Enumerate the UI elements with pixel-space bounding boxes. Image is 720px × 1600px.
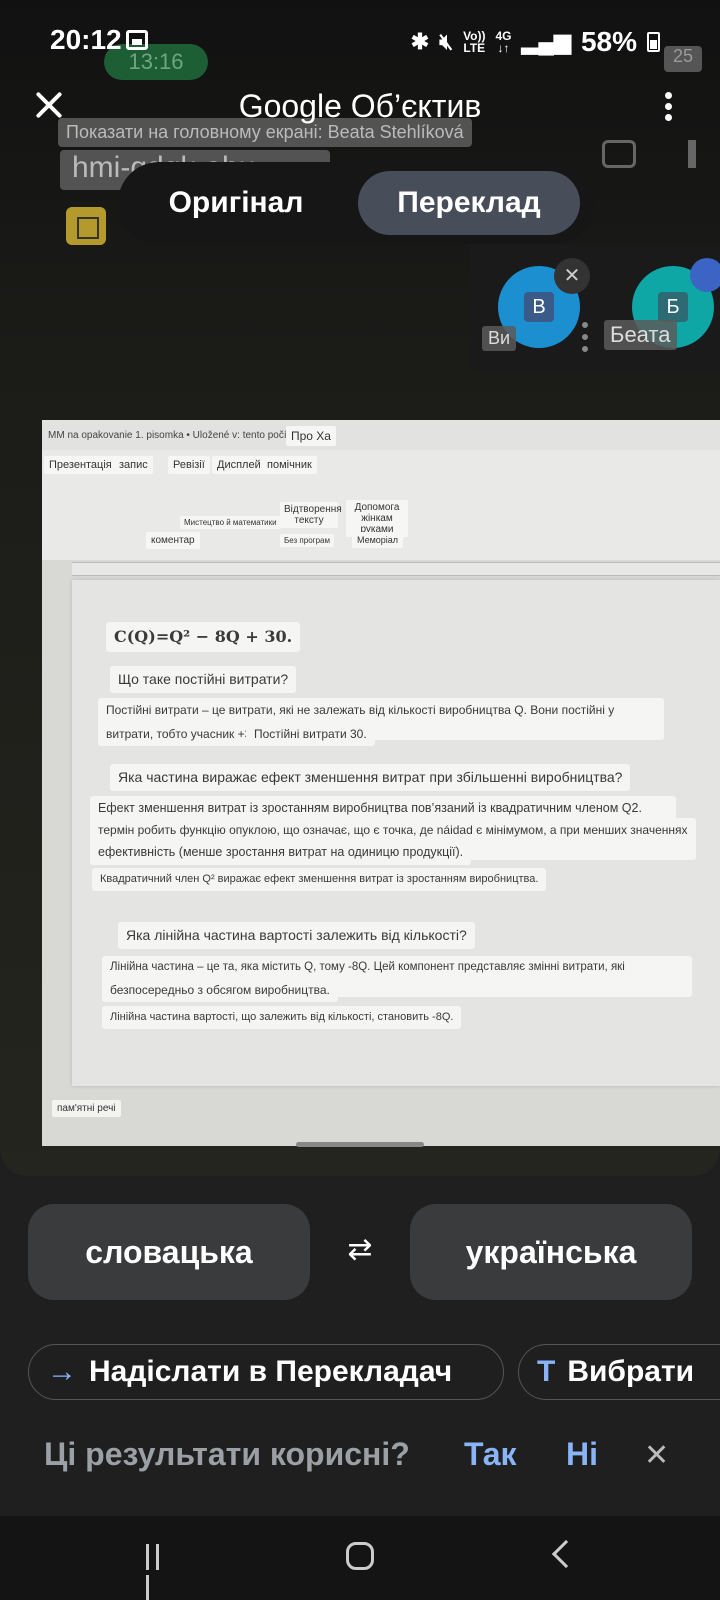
more-options-icon[interactable] xyxy=(665,92,673,122)
doc-question-3: Яка лінійна частина вартості залежить ві… xyxy=(118,922,475,949)
arrow-right-icon: → xyxy=(47,1355,77,1388)
doc-answer-2-line3: ефективність (менше зростання витрат на … xyxy=(90,840,472,865)
sheet-drag-handle[interactable] xyxy=(296,1142,424,1147)
volte-icon: Vo)) LTE xyxy=(463,29,486,55)
photo-more-dots-icon xyxy=(582,322,588,352)
gallery-notification-icon xyxy=(126,30,148,50)
status-bar: 20:12 ✱ 🔇︎ Vo)) LTE 4G ↓↑ ▂▄▆ 58% xyxy=(0,0,720,80)
doc-answer-2-short: Квадратичний член Q² виражає ефект зменш… xyxy=(92,868,547,891)
status-time: 20:12 xyxy=(50,24,122,55)
photo-avatar-b-letter: Б xyxy=(658,292,688,322)
doc-answer-3-short: Лінійна частина вартості, що залежить ві… xyxy=(102,1006,462,1029)
ribbon-chip-memorial: Меморіал xyxy=(352,532,404,548)
ribbon-chip-no-programs: Без програм xyxy=(280,534,334,547)
ribbon-tab-display: Дисплей xyxy=(212,456,266,474)
source-language-button[interactable]: словацька xyxy=(28,1204,310,1300)
photo-avatar-v-letter: В xyxy=(524,292,554,322)
doc-answer-1-line2: витрати, тобто учасник +30. xyxy=(98,722,270,746)
photo-mic-off-icon: ✕ xyxy=(554,258,590,294)
ribbon-chip-comment: коментар xyxy=(146,532,200,549)
system-nav-bar xyxy=(0,1516,720,1600)
send-to-translate-button[interactable]: → Надіслати в Перекладач xyxy=(28,1344,504,1400)
status-icons: ✱ 🔇︎ Vo)) LTE 4G ↓↑ ▂▄▆ 58% xyxy=(411,26,660,58)
recent-apps-icon[interactable] xyxy=(146,1544,172,1600)
doc-question-1: Що таке постійні витрати? xyxy=(110,666,297,693)
target-language-button[interactable]: українська xyxy=(410,1204,692,1300)
photo-no-screen-icon xyxy=(66,207,106,245)
mute-icon: 🔇︎ xyxy=(439,29,454,54)
ribbon-tab-helper: помічник xyxy=(262,456,317,474)
battery-percent: 58% xyxy=(580,26,637,57)
bluetooth-icon: ✱ xyxy=(410,29,430,54)
ribbon-chip-art: Мистецтво й математики xyxy=(180,516,281,529)
feedback-question: Ці результати корисні? xyxy=(44,1436,410,1472)
back-icon[interactable] xyxy=(551,1539,581,1569)
select-text-label: Вибрати xyxy=(567,1355,695,1388)
feedback-no-button[interactable]: Ні xyxy=(566,1436,598,1473)
home-icon[interactable] xyxy=(346,1542,374,1570)
doc-answer-3-line2: безпосередньо з обсягом виробництва. xyxy=(102,978,338,1002)
photo-camera-icon xyxy=(602,140,636,168)
word-ribbon: MM na opakovanie 1. pisomka • Uložené v:… xyxy=(42,420,720,560)
ribbon-tab-about: Про Ха xyxy=(286,426,336,446)
photo-speaker-icon xyxy=(688,140,708,168)
photo-label-you: Ви xyxy=(482,326,517,351)
photo-label-beata: Беата xyxy=(604,320,677,350)
photo-speaking-icon xyxy=(690,258,720,292)
text-select-icon: T xyxy=(537,1355,556,1388)
lens-title: Google Об’єктив xyxy=(238,88,482,124)
doc-question-2: Яка частина виражає ефект зменшення витр… xyxy=(110,764,631,791)
feedback-dismiss-icon[interactable]: ✕ xyxy=(644,1438,669,1473)
ribbon-file-name: MM na opakovanie 1. pisomka • Uložené v:… xyxy=(42,420,720,450)
tab-original[interactable]: Оригінал xyxy=(136,171,336,235)
ribbon-tab-record: запис xyxy=(114,456,153,474)
tab-translate[interactable]: Переклад xyxy=(358,171,580,235)
send-to-translate-label: Надіслати в Перекладач xyxy=(89,1355,453,1388)
network-4g-icon: 4G ↓↑ xyxy=(495,29,512,55)
doc-answer-1-short: Постійні витрати 30. xyxy=(246,722,375,746)
signal-icon: ▂▄▆ xyxy=(521,29,571,54)
document-memo: пам'ятні речі xyxy=(52,1100,121,1117)
document-ruler xyxy=(72,562,720,576)
ribbon-chip-read-aloud: Відтворення тексту xyxy=(280,502,342,528)
ribbon-tab-presentation: Презентація xyxy=(44,456,117,474)
ribbon-tab-review: Ревізії xyxy=(168,456,210,474)
feedback-yes-button[interactable]: Так xyxy=(464,1436,517,1473)
mode-toggle: Оригінал Переклад xyxy=(118,162,594,244)
swap-languages-icon[interactable]: ⇄ xyxy=(340,1232,380,1272)
doc-formula: C(Q)=Q² − 8Q + 30. xyxy=(106,622,301,652)
select-text-button[interactable]: T Вибрати xyxy=(518,1344,720,1400)
battery-icon xyxy=(647,32,660,52)
